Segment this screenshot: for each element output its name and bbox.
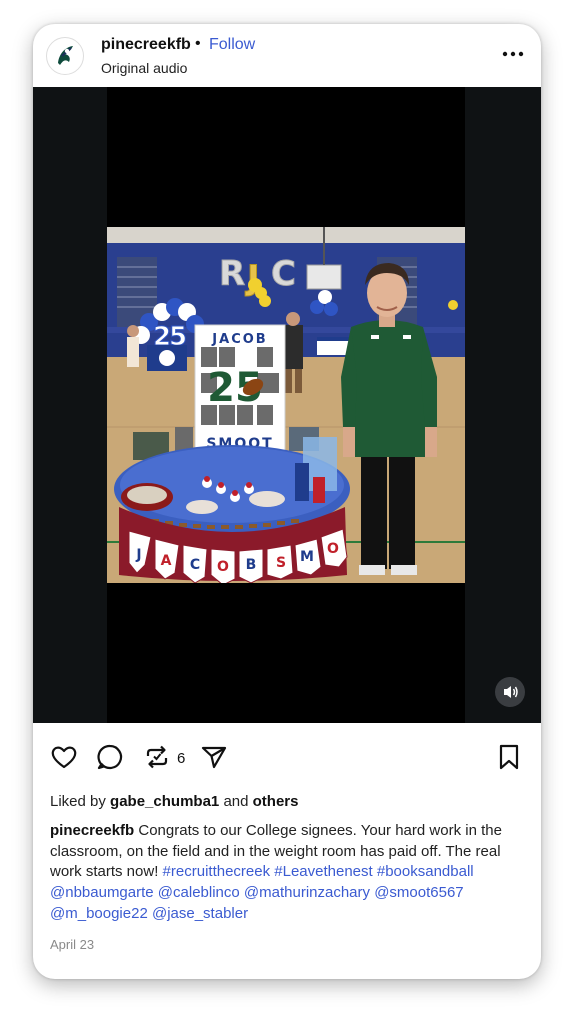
- post-photo: R J C 2 5 JACOB 25 SMOOT J A C O B S M O: [107, 227, 465, 583]
- audio-label[interactable]: Original audio: [101, 60, 187, 76]
- repost-count[interactable]: 6: [177, 750, 185, 767]
- hashtag-link[interactable]: #recruitthecreek: [163, 863, 271, 880]
- avatar[interactable]: [46, 37, 84, 75]
- hashtag-link[interactable]: #Leavethenest: [274, 863, 372, 880]
- comment-icon[interactable]: [96, 743, 124, 776]
- poster-name-top: JACOB: [211, 332, 267, 347]
- post-username[interactable]: pinecreekfb: [101, 36, 191, 54]
- banner-letter: J: [135, 547, 141, 563]
- caption-username[interactable]: pinecreekfb: [50, 822, 134, 839]
- banner-letter: M: [300, 549, 314, 565]
- banner-letter: C: [190, 557, 200, 573]
- action-bar: 6: [33, 723, 541, 793]
- heart-icon[interactable]: [50, 743, 78, 776]
- svg-text:R: R: [219, 254, 245, 294]
- post-date[interactable]: April 23: [50, 937, 94, 952]
- post-header: pinecreekfb • Follow Original audio: [33, 24, 541, 87]
- repost-icon[interactable]: [143, 743, 171, 776]
- liked-others[interactable]: others: [253, 793, 299, 810]
- banner-letter: A: [161, 553, 172, 569]
- liked-prefix: Liked by: [50, 793, 106, 810]
- mention-link[interactable]: @m_boogie22: [50, 905, 148, 922]
- speaker-icon: [504, 686, 518, 698]
- share-icon[interactable]: [200, 743, 228, 776]
- follow-button[interactable]: Follow: [209, 36, 255, 54]
- mention-link[interactable]: @jase_stabler: [152, 905, 248, 922]
- banner-letter: O: [327, 541, 339, 557]
- hashtag-link[interactable]: #booksandball: [377, 863, 474, 880]
- sound-toggle-button[interactable]: [495, 677, 525, 707]
- likes-summary[interactable]: Liked by gabe_chumba1 and others: [50, 793, 298, 810]
- banner-letter: S: [276, 555, 286, 571]
- banner-letter: B: [246, 557, 257, 573]
- svg-text:C: C: [271, 254, 296, 294]
- liked-user[interactable]: gabe_chumba1: [110, 793, 219, 810]
- mention-link[interactable]: @nbbaumgarte: [50, 884, 154, 901]
- liked-and: and: [223, 793, 249, 810]
- mention-link[interactable]: @caleblinco: [158, 884, 240, 901]
- banner-letter: O: [217, 559, 229, 575]
- bookmark-icon[interactable]: [495, 743, 523, 776]
- post-caption: pinecreekfb Congrats to our College sign…: [50, 821, 520, 925]
- post-media[interactable]: R J C 2 5 JACOB 25 SMOOT J A C O B S M O: [33, 87, 541, 723]
- post-card: pinecreekfb • Follow Original audio R J …: [33, 24, 541, 979]
- ellipsis-icon[interactable]: [499, 40, 527, 68]
- separator-dot: •: [195, 35, 201, 52]
- mention-link[interactable]: @mathurinzachary: [244, 884, 370, 901]
- mention-link[interactable]: @smoot6567: [374, 884, 463, 901]
